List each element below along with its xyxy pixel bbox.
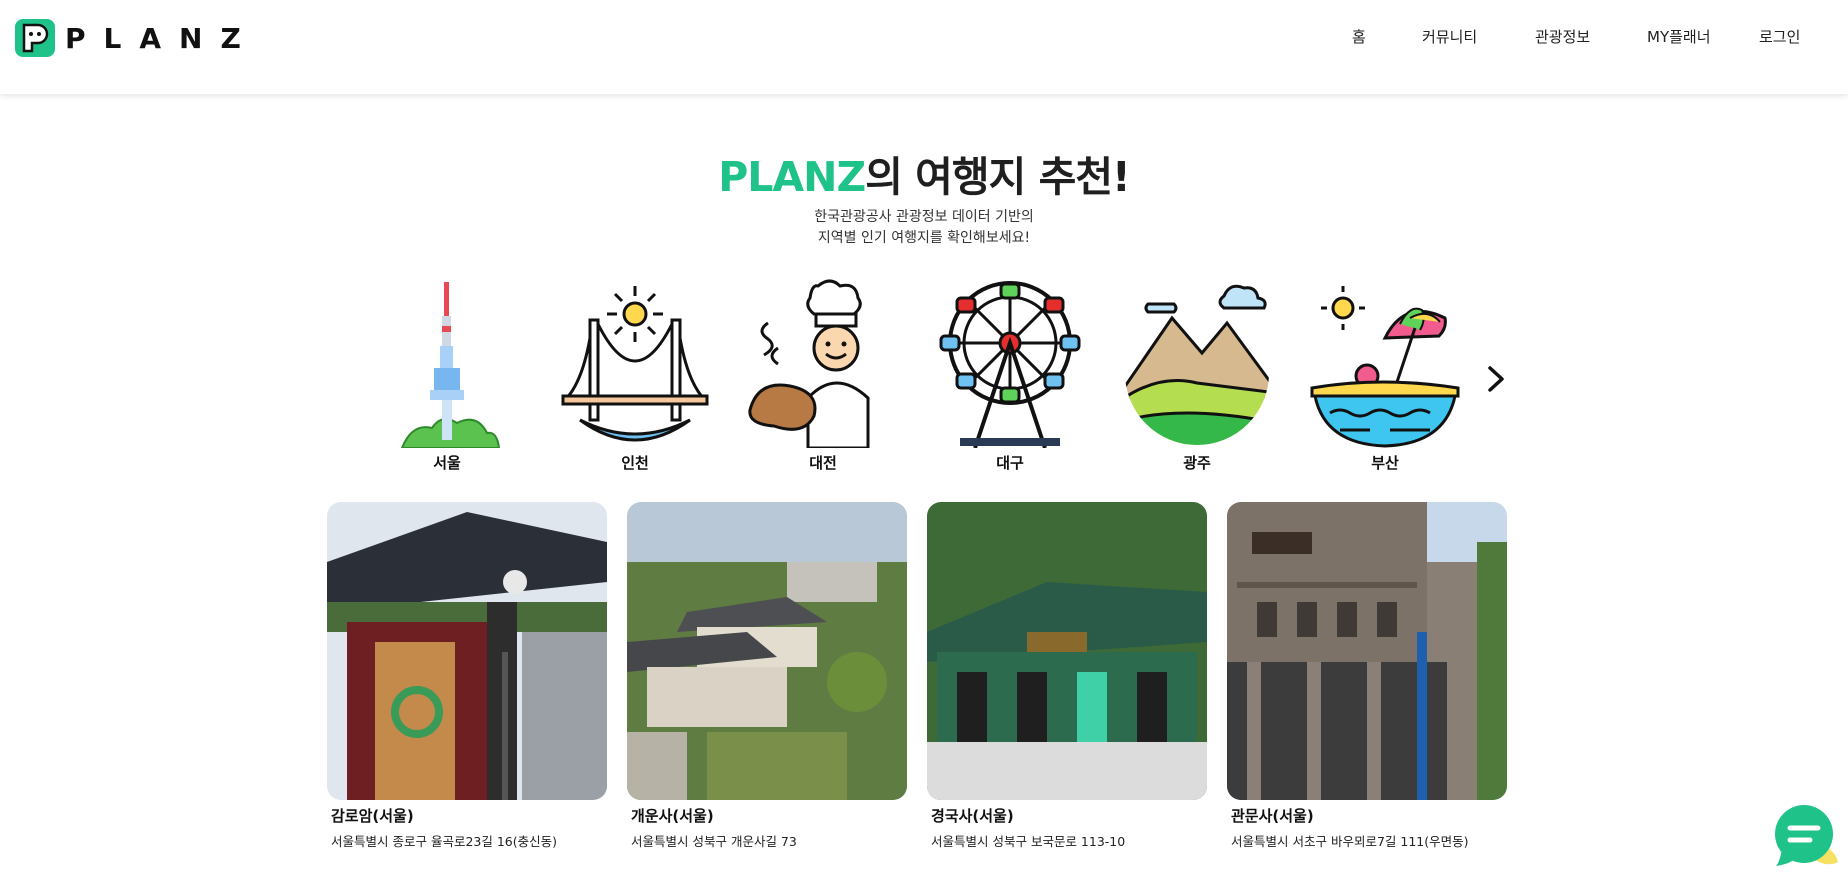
city-label: 부산 [1371,454,1399,472]
city-busan[interactable]: 부산 [1310,278,1460,472]
planz-logo-icon [15,19,55,57]
city-label: 광주 [1183,454,1211,472]
ferris-wheel-icon [939,281,1081,448]
mountain-icon [1125,284,1269,445]
city-daejeon[interactable]: 대전 [748,278,898,472]
city-label: 대구 [996,454,1024,472]
city-incheon[interactable]: 인천 [560,278,710,472]
beach-icon [1310,286,1460,448]
place-address: 서울특별시 성북구 보국문로 113-10 [931,834,1126,849]
subtitle-line-2: 지역별 인기 여행지를 확인해보세요! [817,230,1031,246]
place-card[interactable]: 경국사(서울) 서울특별시 성북구 보국문로 113-10 [927,502,1207,849]
title-brand: PLANZ [718,153,866,201]
chevron-right-icon[interactable] [1484,364,1508,394]
title-rest: 의 여행지 추천! [865,153,1131,201]
city-label: 대전 [809,454,837,472]
logo[interactable]: PLANZ [15,19,259,57]
nav-login[interactable]: 로그인 [1759,26,1800,50]
subtitle-line-1: 한국관광공사 관광정보 데이터 기반의 [814,209,1034,225]
place-address: 서울특별시 서초구 바우뫼로7길 111(우면동) [1231,834,1469,849]
place-photo [1227,502,1507,800]
place-address: 서울특별시 성북구 개운사길 73 [631,834,797,849]
place-photo [327,502,607,800]
nav-community[interactable]: 커뮤니티 [1422,26,1477,50]
place-title[interactable]: 경국사(서울) [931,805,1014,826]
place-photo [627,502,907,800]
city-seoul[interactable]: 서울 [372,278,522,472]
place-title[interactable]: 관문사(서울) [1231,805,1314,826]
top-header: PLANZ 홈 커뮤니티 관광정보 MY플래너 로그인 [0,0,1848,94]
place-title[interactable]: 개운사(서울) [631,805,714,826]
nav-my-planner[interactable]: MY플래너 [1647,26,1711,50]
namsan-tower-icon [400,282,501,448]
place-card[interactable]: 개운사(서울) 서울특별시 성북구 개운사길 73 [627,502,907,849]
place-card[interactable]: 감로암(서울) 서울특별시 종로구 율곡로23길 16(충신동) [327,502,607,849]
chat-bubble-icon[interactable] [1774,804,1840,870]
baker-icon [748,279,870,448]
place-photo [927,502,1207,800]
page-subtitle: 한국관광공사 관광정보 데이터 기반의 지역별 인기 여행지를 확인해보세요! [0,207,1848,249]
bridge-icon [561,286,709,442]
page-title: PLANZ의 여행지 추천! [0,143,1848,203]
city-label: 인천 [621,454,649,472]
city-daegu[interactable]: 대구 [935,278,1085,472]
place-card[interactable]: 관문사(서울) 서울특별시 서초구 바우뫼로7길 111(우면동) [1227,502,1507,849]
nav-home[interactable]: 홈 [1352,26,1366,50]
place-title[interactable]: 감로암(서울) [331,805,414,826]
city-gwangju[interactable]: 광주 [1122,278,1272,472]
logo-text: PLANZ [65,21,259,55]
city-label: 서울 [433,454,461,472]
place-address: 서울특별시 종로구 율곡로23길 16(충신동) [331,834,557,849]
nav-tour-info[interactable]: 관광정보 [1535,26,1590,50]
